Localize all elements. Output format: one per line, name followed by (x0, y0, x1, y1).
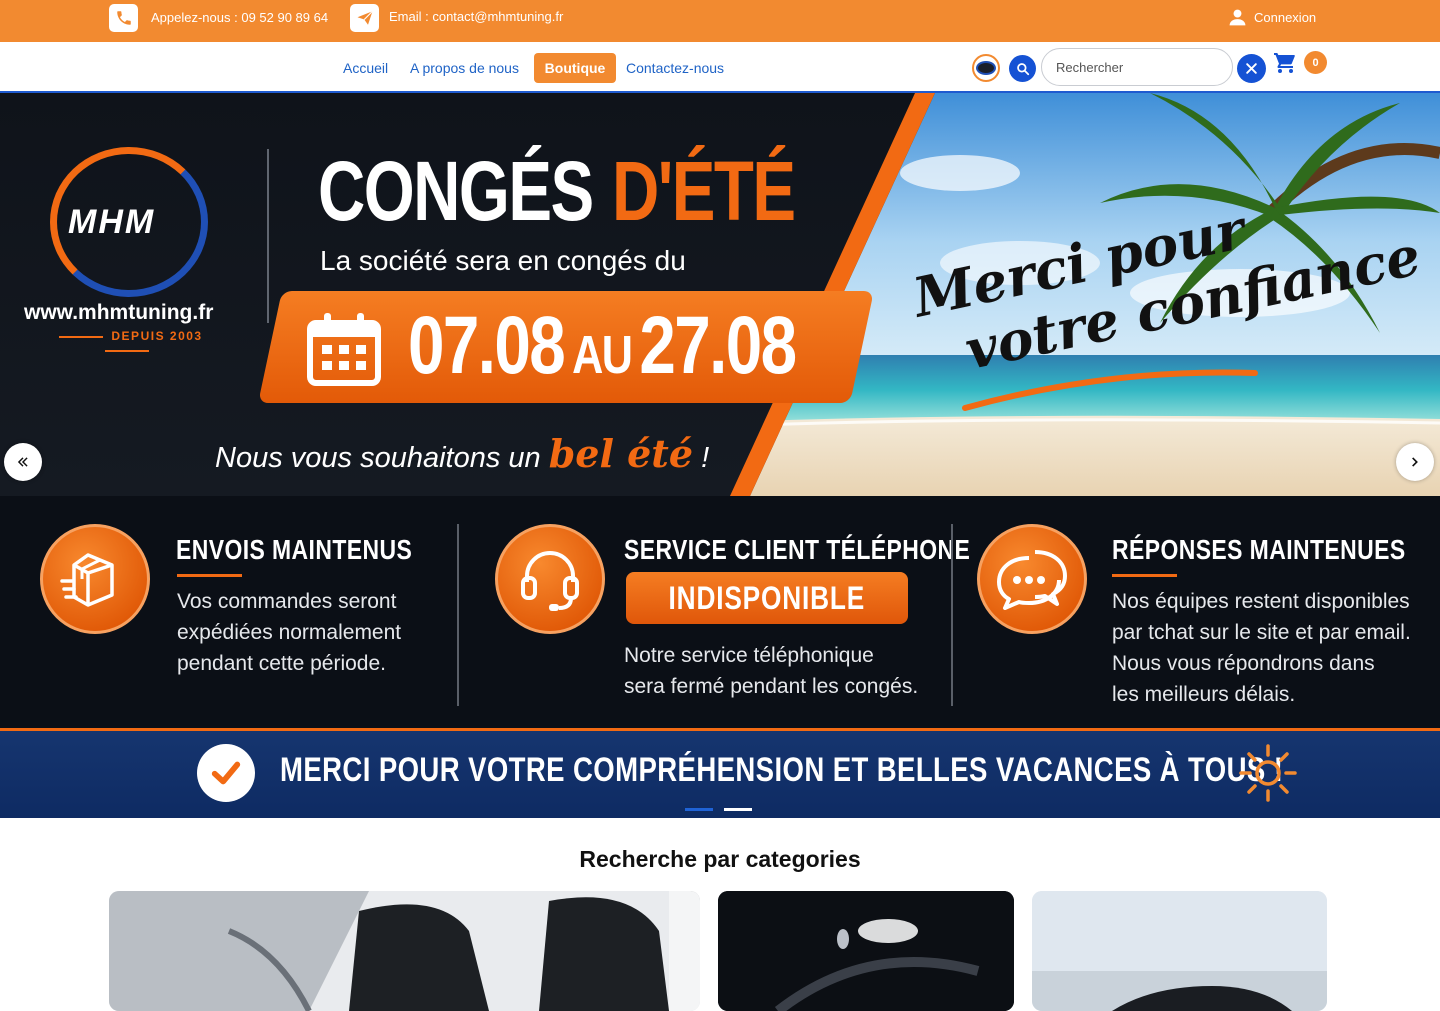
feature-title: ENVOIS MAINTENUS (176, 534, 413, 565)
category-card-interior[interactable] (109, 891, 700, 1011)
feature-body-line: pendant cette période. (177, 652, 386, 675)
hero-wish: Nous vous souhaitons un bel été ! (215, 431, 709, 476)
wish-start: Nous vous souhaitons un (215, 442, 549, 474)
headset-icon (521, 551, 579, 611)
unavailable-badge: INDISPONIBLE (626, 572, 908, 624)
feature-underline (177, 574, 242, 577)
nav-item-accueil[interactable]: Accueil (343, 60, 388, 76)
close-icon (1246, 63, 1257, 74)
hero-carousel: MHM www.mhmtuning.fr DEPUIS 2003 CONGÉS … (0, 93, 1440, 818)
check-icon (211, 761, 241, 785)
top-contact-bar: Appelez-nous : 09 52 90 89 64 Email : co… (0, 0, 1440, 42)
unavailable-badge-label: INDISPONIBLE (668, 579, 866, 616)
phone-contact[interactable]: Appelez-nous : 09 52 90 89 64 (151, 10, 328, 25)
feature-title: SERVICE CLIENT TÉLÉPHONE (624, 534, 971, 565)
main-nav: Accueil A propos de nous Boutique Contac… (0, 42, 1440, 93)
carousel-next-button[interactable] (1396, 443, 1434, 481)
feature-body-line: Notre service téléphonique (624, 644, 874, 667)
nav-item-boutique[interactable]: Boutique (534, 53, 616, 83)
package-icon (60, 553, 114, 607)
categories-heading: Recherche par categories (579, 846, 861, 872)
user-icon (1229, 9, 1246, 26)
email-contact[interactable]: Email : contact@mhmtuning.fr (389, 9, 563, 24)
carousel-indicator-1[interactable] (685, 808, 713, 811)
wish-end: ! (693, 442, 710, 474)
login-link[interactable]: Connexion (1228, 8, 1316, 27)
feature-body-line: sera fermé pendant les congés. (624, 675, 919, 698)
chevron-left-icon (17, 457, 28, 467)
feature-icon-circle (40, 524, 150, 634)
hero-features: ENVOIS MAINTENUS Vos commandes seront ex… (0, 496, 1440, 728)
date-to: 27.08 (639, 300, 797, 391)
hero-title-orange: D'ÉTÉ (612, 144, 796, 238)
thank-you-band: MERCI POUR VOTRE COMPRÉHENSION ET BELLES… (0, 728, 1440, 818)
feature-icon-circle (495, 524, 605, 634)
calendar-icon (307, 313, 381, 386)
site-logo-mini[interactable] (972, 54, 1000, 82)
clear-search-button[interactable] (1237, 54, 1266, 83)
feature-divider (457, 524, 459, 706)
band-text: MERCI POUR VOTRE COMPRÉHENSION ET BELLES… (280, 751, 1284, 789)
brand-url: www.mhmtuning.fr (24, 301, 214, 324)
carousel-indicator-2[interactable] (724, 808, 752, 811)
phone-number[interactable]: 09 52 90 89 64 (241, 10, 328, 25)
search-button[interactable] (1009, 55, 1036, 82)
chevron-right-icon (1412, 457, 1418, 467)
feature-body-line: Nous vous répondrons dans (1112, 652, 1375, 675)
hero-subtitle: La société sera en congés du (320, 245, 686, 276)
date-from: 07.08 (408, 300, 566, 391)
cart-icon (1274, 53, 1295, 73)
feature-body-line: expédiées normalement (177, 621, 402, 644)
date-range: 07.08 AU27.08 (408, 299, 797, 393)
brand-logo-text: MHM (68, 203, 156, 241)
feature-body: Nos équipes restent disponibles par tcha… (1112, 586, 1411, 710)
cart-count-badge: 0 (1304, 51, 1327, 74)
search-icon (1016, 62, 1029, 75)
feature-body-line: Nos équipes restent disponibles (1112, 590, 1410, 613)
hero-title-white: CONGÉS (318, 144, 594, 238)
phone-icon (109, 4, 138, 32)
cart-button[interactable] (1273, 51, 1297, 80)
feature-body-line: par tchat sur le site et par email. (1112, 621, 1411, 644)
feature-icon-circle (977, 524, 1087, 634)
feature-title: RÉPONSES MAINTENUES (1112, 534, 1406, 565)
nav-item-contact[interactable]: Contactez-nous (626, 60, 724, 76)
check-circle (197, 744, 255, 802)
phone-label: Appelez-nous : (151, 10, 242, 25)
vertical-divider (267, 149, 269, 323)
hero-slide: MHM www.mhmtuning.fr DEPUIS 2003 CONGÉS … (0, 93, 1440, 496)
feature-body-line: Vos commandes seront (177, 590, 397, 613)
category-card-exterior[interactable] (1032, 891, 1327, 1011)
car-seats-image (109, 891, 700, 1011)
car-headlight-image (718, 891, 1014, 1011)
feature-body: Vos commandes seront expédiées normaleme… (177, 586, 401, 679)
nav-item-a-propos[interactable]: A propos de nous (410, 60, 519, 76)
search-input[interactable] (1041, 48, 1233, 86)
chat-icon (997, 550, 1067, 610)
category-card-lighting[interactable] (718, 891, 1014, 1011)
feature-body: Notre service téléphonique sera fermé pe… (624, 640, 918, 702)
login-label: Connexion (1254, 10, 1317, 25)
wish-highlight: bel été (548, 431, 694, 476)
feature-body-line: les meilleurs délais. (1112, 683, 1296, 706)
carousel-prev-button[interactable] (4, 443, 42, 481)
orange-brush-stroke (962, 369, 1258, 411)
sun-icon (1239, 744, 1297, 802)
car-exterior-image (1032, 891, 1327, 1011)
send-icon (350, 4, 379, 32)
date-separator: AU (572, 325, 633, 385)
feature-underline (1112, 574, 1177, 577)
brand-since: DEPUIS 2003 (24, 329, 230, 357)
feature-divider (951, 524, 953, 706)
